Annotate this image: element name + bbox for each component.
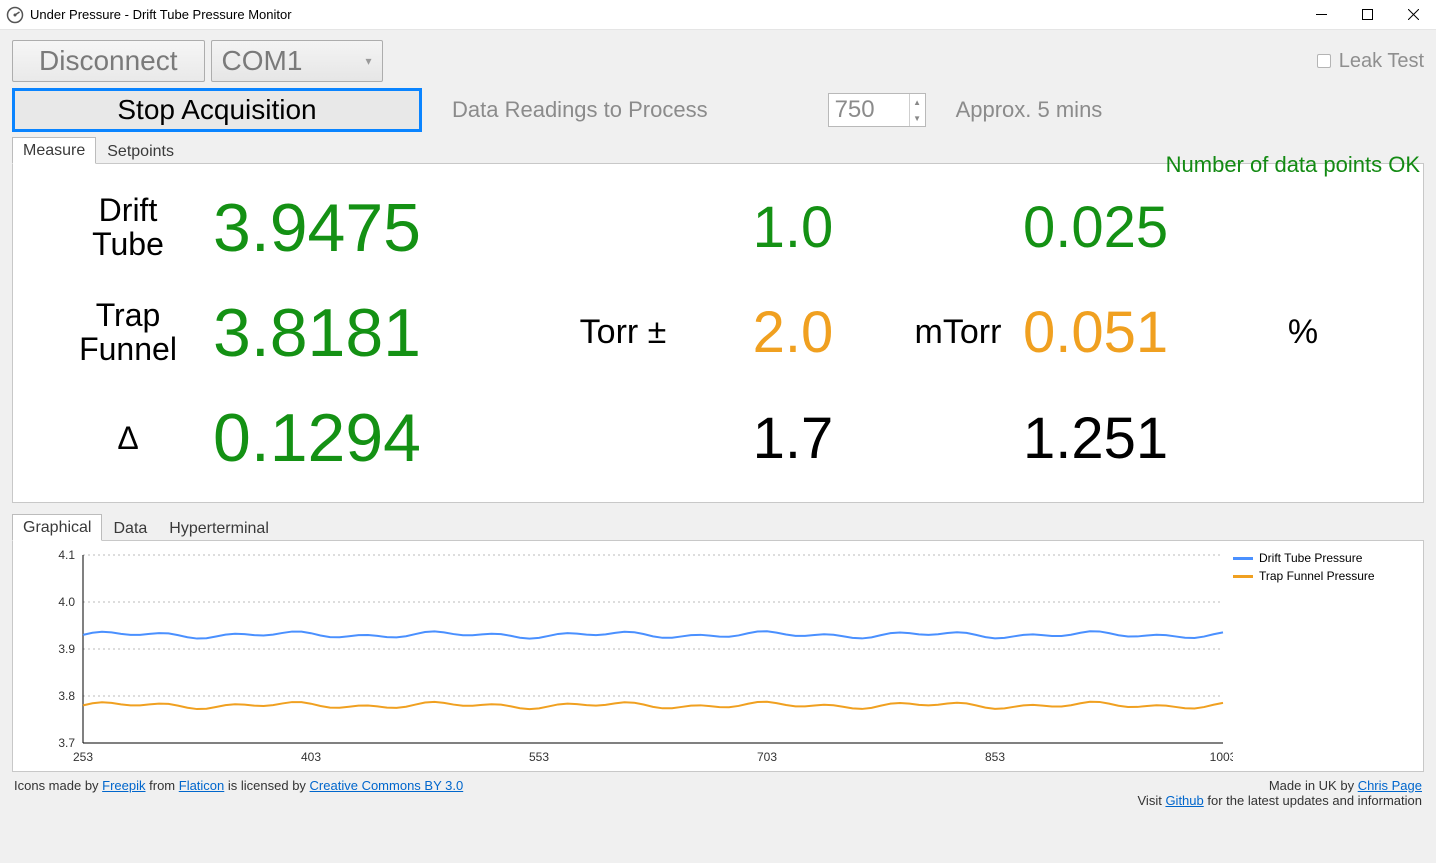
delta-mtorr: 1.251 [1023, 405, 1273, 472]
window-title: Under Pressure - Drift Tube Pressure Mon… [30, 7, 1298, 22]
svg-text:253: 253 [73, 750, 93, 764]
stop-acquisition-button[interactable]: Stop Acquisition [12, 88, 422, 132]
legend: Drift Tube Pressure Trap Funnel Pressure [1233, 547, 1413, 767]
readings-input[interactable]: 750 ▲ ▼ [828, 93, 926, 127]
com-port-value: COM1 [222, 45, 303, 77]
footer-github: Visit Github for the latest updates and … [1138, 793, 1423, 808]
chart-panel: 3.7 3.8 3.9 4.0 4.1 253 403 553 703 853 1003 Drift… [12, 540, 1424, 772]
leak-test-label: Leak Test [1339, 50, 1424, 73]
svg-text:553: 553 [529, 750, 549, 764]
spin-up-icon[interactable]: ▲ [910, 94, 925, 110]
readings-label: Data Readings to Process [452, 97, 708, 123]
svg-text:403: 403 [301, 750, 321, 764]
svg-text:3.8: 3.8 [58, 689, 75, 703]
unit-mtorr: mTorr [893, 313, 1023, 352]
measure-panel: DriftTube 3.9475 1.0 0.025 TrapFunnel 3.… [12, 163, 1424, 503]
legend-label-trap: Trap Funnel Pressure [1259, 569, 1375, 583]
delta-pressure: 0.1294 [213, 399, 553, 477]
trap-mtorr: 0.051 [1023, 299, 1273, 366]
tab-data[interactable]: Data [102, 515, 158, 541]
link-cc[interactable]: Creative Commons BY 3.0 [310, 778, 464, 793]
titlebar: Under Pressure - Drift Tube Pressure Mon… [0, 0, 1436, 30]
pressure-chart: 3.7 3.8 3.9 4.0 4.1 253 403 553 703 853 1003 [23, 547, 1233, 767]
svg-text:4.0: 4.0 [58, 595, 75, 609]
svg-text:1003: 1003 [1210, 750, 1233, 764]
close-button[interactable] [1390, 0, 1436, 29]
tab-hyperterminal[interactable]: Hyperterminal [158, 515, 280, 541]
svg-text:853: 853 [985, 750, 1005, 764]
drift-pm: 1.0 [693, 194, 893, 261]
legend-swatch-drift [1233, 557, 1253, 560]
legend-label-drift: Drift Tube Pressure [1259, 551, 1362, 565]
drift-pressure: 3.9475 [213, 189, 553, 267]
link-author[interactable]: Chris Page [1358, 778, 1422, 793]
link-github[interactable]: Github [1165, 793, 1203, 808]
leak-test-checkbox[interactable] [1317, 54, 1331, 68]
unit-percent: % [1273, 313, 1333, 352]
disconnect-button[interactable]: Disconnect [12, 40, 205, 82]
row-label-delta: Δ [43, 422, 213, 456]
trap-pressure: 3.8181 [213, 294, 553, 372]
tab-measure[interactable]: Measure [12, 137, 96, 164]
svg-text:3.7: 3.7 [58, 736, 75, 750]
svg-text:703: 703 [757, 750, 777, 764]
svg-text:3.9: 3.9 [58, 642, 75, 656]
row-label-trap: TrapFunnel [43, 299, 213, 366]
footer-author: Made in UK by Chris Page [1269, 778, 1422, 793]
tab-graphical[interactable]: Graphical [12, 514, 102, 541]
readings-value: 750 [829, 94, 909, 126]
minimize-button[interactable] [1298, 0, 1344, 29]
footer-credits: Icons made by Freepik from Flaticon is l… [14, 778, 463, 793]
unit-torr: Torr ± [553, 313, 693, 352]
status-message: Number of data points OK [1166, 152, 1420, 178]
link-freepik[interactable]: Freepik [102, 778, 145, 793]
legend-swatch-trap [1233, 575, 1253, 578]
drift-mtorr: 0.025 [1023, 194, 1273, 261]
link-flaticon[interactable]: Flaticon [179, 778, 225, 793]
trap-pm: 2.0 [693, 299, 893, 366]
tab-setpoints[interactable]: Setpoints [96, 138, 185, 164]
com-port-select[interactable]: COM1 ▾ [211, 40, 383, 82]
spin-down-icon[interactable]: ▼ [910, 110, 925, 126]
app-icon [6, 6, 24, 24]
maximize-button[interactable] [1344, 0, 1390, 29]
delta-pm: 1.7 [693, 405, 893, 472]
svg-text:4.1: 4.1 [58, 548, 75, 562]
approx-label: Approx. 5 mins [956, 97, 1103, 123]
chevron-down-icon: ▾ [365, 54, 371, 68]
row-label-drift: DriftTube [43, 194, 213, 261]
